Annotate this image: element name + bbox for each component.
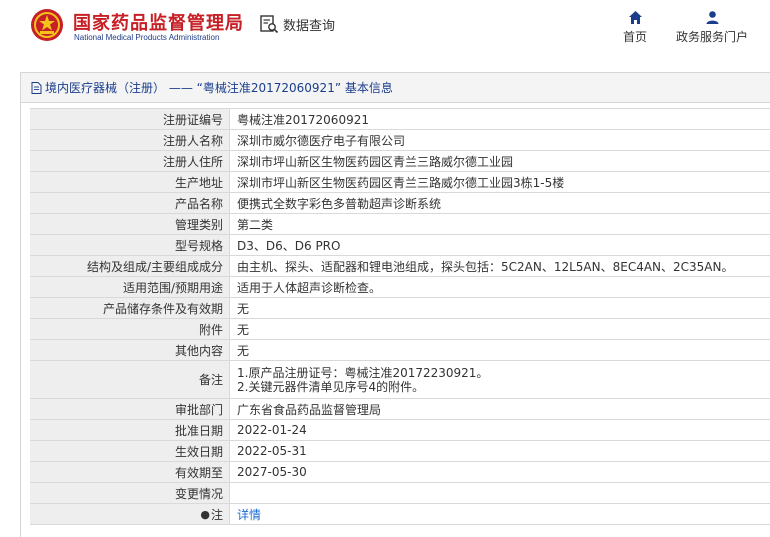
panel-title: 境内医疗器械（注册） —— “粤械注准20172060921” 基本信息 (45, 81, 393, 95)
field-value: 无 (237, 343, 250, 358)
table-row-note: ● 注 详情 (30, 504, 770, 525)
field-value-note: 详情 (230, 504, 770, 524)
table-row: 注册人名称 深圳市威尔德医疗电子有限公司 (30, 130, 770, 151)
field-label: 管理类别 (30, 214, 230, 234)
field-label: 生产地址 (30, 172, 230, 192)
nav-gov-services-label: 政务服务门户 (675, 30, 748, 44)
table-row: 生效日期 2022-05-31 (30, 441, 770, 462)
field-value: 由主机、探头、适配器和锂电池组成，探头包括：5C2AN、12L5AN、8EC4A… (237, 259, 734, 274)
table-row: 其他内容无 (30, 340, 770, 361)
field-label-note: ● 注 (30, 504, 230, 524)
nav-gov-services[interactable]: 政务服务门户 (672, 10, 752, 45)
field-value: 2027-05-30 (237, 465, 307, 479)
lightbulb-icon: ● (200, 507, 210, 521)
data-query-icon (260, 15, 279, 34)
field-value (230, 483, 770, 503)
table-row: 结构及组成/主要组成成分 由主机、探头、适配器和锂电池组成，探头包括：5C2AN、… (30, 256, 770, 277)
field-value: 广东省食品药品监督管理局 (237, 402, 382, 417)
field-label: 注册人名称 (30, 130, 230, 150)
field-label: 有效期至 (30, 462, 230, 482)
field-value-remarks: 1.原产品注册证号：粤械注准20172230921。 2.关键元器件清单见序号4… (230, 361, 770, 398)
org-name-en: National Medical Products Administration (74, 33, 220, 42)
org-name-cn: 国家药品监督管理局 (73, 13, 244, 34)
table-row: 有效期至 2027-05-30 (30, 462, 770, 483)
data-query-label: 数据查询 (283, 18, 336, 34)
field-value: 无 (237, 301, 250, 316)
field-value: 深圳市坪山新区生物医药园区青兰三路威尔德工业园3栋1-5楼 (237, 175, 565, 190)
table-row: 变更情况 (30, 483, 770, 504)
field-label: 适用范围/预期用途 (30, 277, 230, 297)
table-row: 注册人住所 深圳市坪山新区生物医药园区青兰三路威尔德工业园 (30, 151, 770, 172)
field-label: 型号规格 (30, 235, 230, 255)
field-label: 其他内容 (30, 340, 230, 360)
detail-panel: 境内医疗器械（注册） —— “粤械注准20172060921” 基本信息 注册证… (20, 72, 770, 537)
field-value: 2022-05-31 (237, 444, 307, 458)
field-label: 注册人住所 (30, 151, 230, 171)
data-query-link[interactable]: 数据查询 (259, 14, 335, 34)
document-icon (31, 81, 42, 94)
panel-header: 境内医疗器械（注册） —— “粤械注准20172060921” 基本信息 (21, 73, 770, 103)
field-label: 注册证编号 (30, 109, 230, 129)
field-value: 深圳市威尔德医疗电子有限公司 (237, 133, 406, 148)
field-value: 2022-01-24 (237, 423, 307, 437)
field-value: 适用于人体超声诊断检查。 (237, 280, 382, 295)
table-row: 产品储存条件及有效期无 (30, 298, 770, 319)
user-icon (706, 11, 718, 24)
field-value: 深圳市坪山新区生物医药园区青兰三路威尔德工业园 (237, 154, 514, 169)
note-label: 注 (210, 507, 223, 522)
field-value: 便携式全数字彩色多普勒超声诊断系统 (237, 196, 442, 211)
detail-table: 注册证编号 粤械注准20172060921 注册人名称 深圳市威尔德医疗电子有限公司… (30, 108, 770, 525)
field-value: 无 (237, 322, 250, 337)
field-label: 审批部门 (30, 399, 230, 419)
table-row: 产品名称 便携式全数字彩色多普勒超声诊断系统 (30, 193, 770, 214)
nav-home-label: 首页 (622, 30, 647, 44)
field-label: 生效日期 (30, 441, 230, 461)
details-link[interactable]: 详情 (237, 506, 261, 523)
home-icon (628, 11, 642, 24)
field-label: 结构及组成/主要组成成分 (30, 256, 230, 276)
field-label: 产品储存条件及有效期 (30, 298, 230, 318)
table-row: 附件无 (30, 319, 770, 340)
table-row-remarks: 备注 1.原产品注册证号：粤械注准20172230921。 2.关键元器件清单见… (30, 361, 770, 399)
field-value: 第二类 (237, 217, 274, 232)
field-value: 粤械注准20172060921 (237, 112, 369, 127)
field-label: 产品名称 (30, 193, 230, 213)
field-label: 批准日期 (30, 420, 230, 440)
national-emblem-icon (31, 9, 63, 41)
field-label: 备注 (30, 361, 230, 398)
table-row: 批准日期 2022-01-24 (30, 420, 770, 441)
nav-home[interactable]: 首页 (619, 10, 651, 45)
table-row: 注册证编号 粤械注准20172060921 (30, 109, 770, 130)
remarks-line: 2.关键元器件清单见序号4的附件。 (237, 379, 425, 394)
site-header: 国家药品监督管理局 National Medical Products Admi… (0, 0, 770, 60)
remarks-line: 1.原产品注册证号：粤械注准20172230921。 (237, 365, 489, 380)
table-row: 生产地址 深圳市坪山新区生物医药园区青兰三路威尔德工业园3栋1-5楼 (30, 172, 770, 193)
field-label: 附件 (30, 319, 230, 339)
table-row: 适用范围/预期用途 适用于人体超声诊断检查。 (30, 277, 770, 298)
table-row: 型号规格 D3、D6、D6 PRO (30, 235, 770, 256)
table-row: 管理类别 第二类 (30, 214, 770, 235)
table-row: 审批部门 广东省食品药品监督管理局 (30, 399, 770, 420)
field-value: D3、D6、D6 PRO (237, 238, 341, 253)
field-label: 变更情况 (30, 483, 230, 503)
